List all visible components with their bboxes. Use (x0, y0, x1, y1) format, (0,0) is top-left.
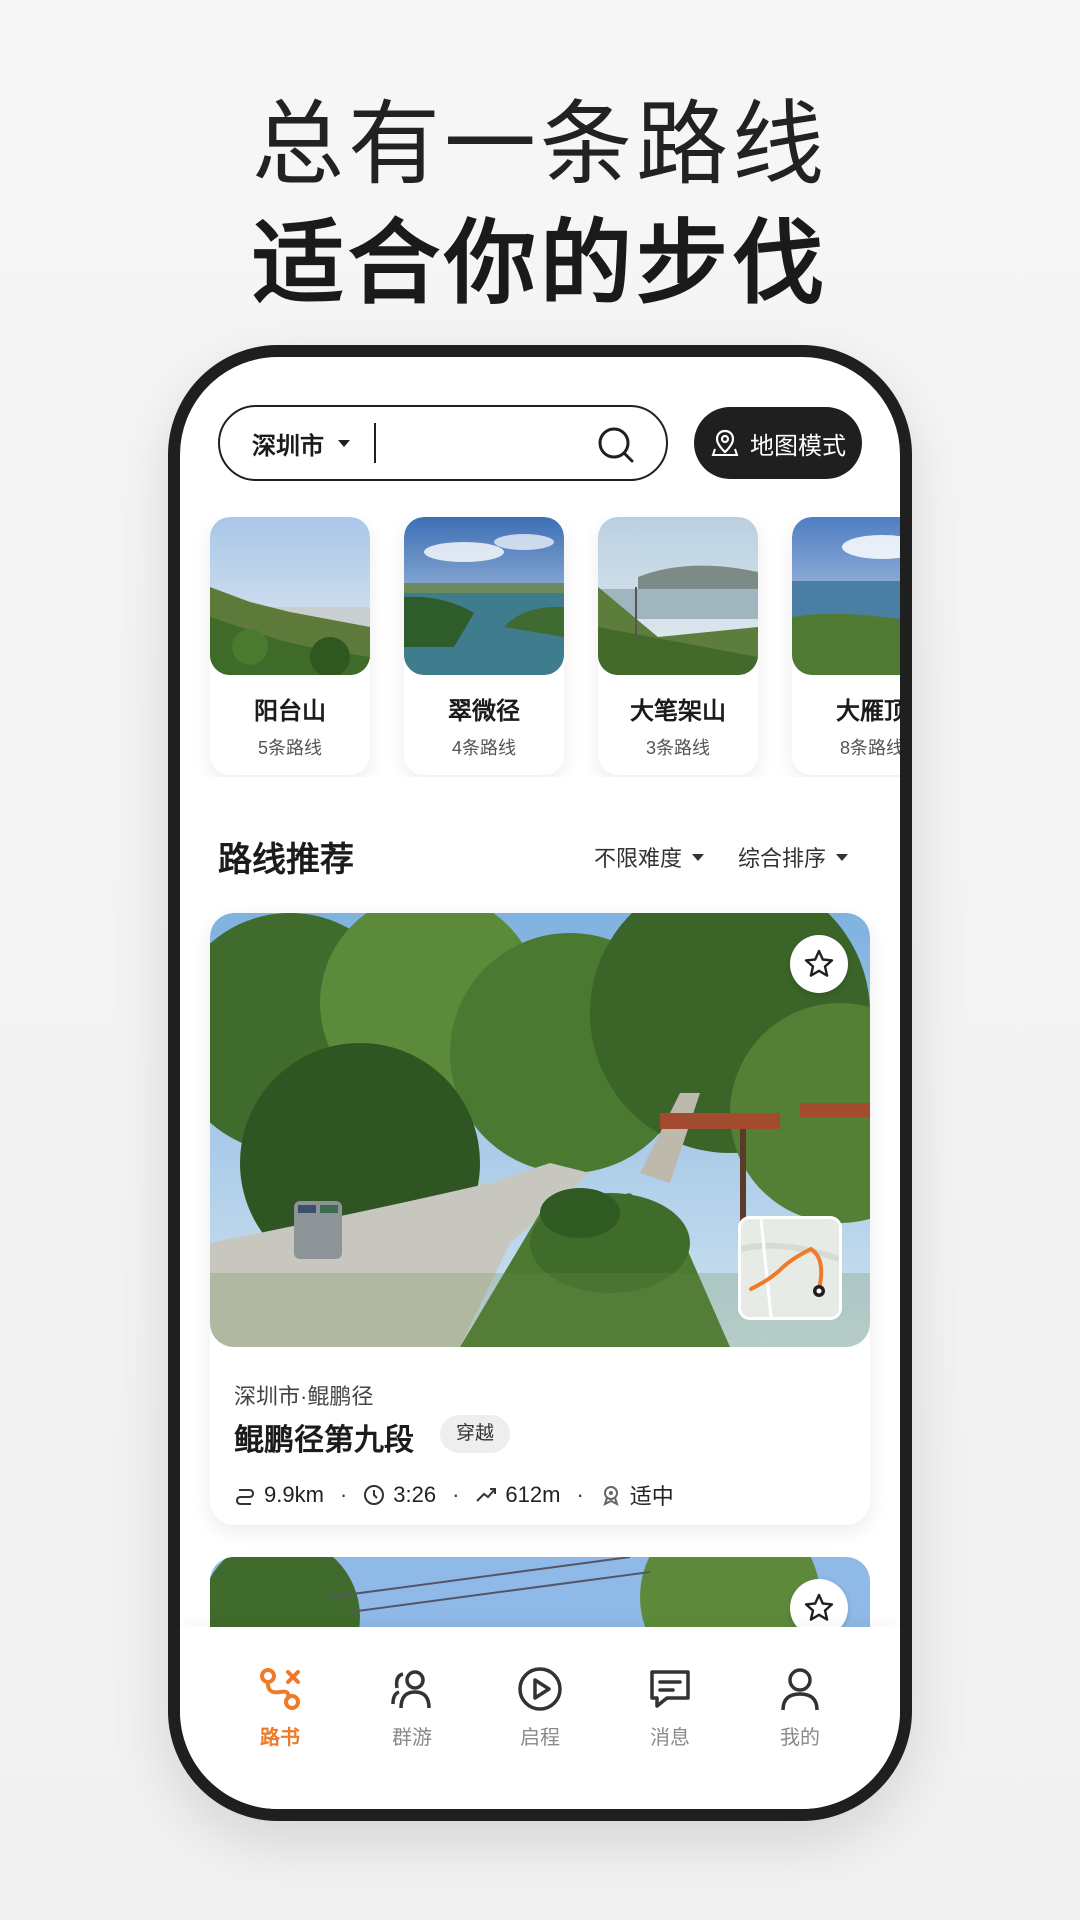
place-route-count: 8条路线 (839, 738, 900, 758)
distance-icon (235, 1489, 255, 1505)
play-icon (518, 1667, 562, 1711)
tab-label: 路书 (260, 1727, 300, 1749)
map-pin-icon (711, 429, 739, 456)
place-card[interactable]: 大雁顶 8条路线 (792, 517, 900, 775)
separator-dot: · (576, 1482, 584, 1507)
place-name: 大笔架山 (630, 698, 726, 725)
route-minimap[interactable] (738, 1216, 842, 1320)
message-icon (650, 1670, 690, 1708)
separator-dot: · (339, 1482, 348, 1507)
place-route-count: 4条路线 (451, 738, 516, 758)
map-mode-label: 地图模式 (750, 432, 846, 460)
place-carousel[interactable]: 阳台山 5条路线 翠微径 4条路线 大笔架山 3条路线 大雁 8条路线 (180, 517, 900, 777)
place-photo (404, 517, 564, 675)
tab-roadbook[interactable]: 路书 (230, 1663, 330, 1750)
group-icon (391, 1670, 431, 1709)
tab-label: 群游 (392, 1727, 432, 1749)
route-location: 深圳市·鲲鹏径 (234, 1384, 374, 1409)
tab-label: 启程 (520, 1727, 560, 1749)
difficulty-filter[interactable]: 不限难度 (594, 841, 705, 873)
route-stats: 9.9km · 3:26 · 612m · 适中 (234, 1479, 674, 1511)
city-selector[interactable]: 深圳市 (252, 426, 324, 461)
promo-headline: 总有一条路线 适合你的步伐 (0, 90, 1080, 324)
route-duration: 3:26 (393, 1482, 437, 1507)
text-cursor (374, 423, 376, 463)
tab-group-tour[interactable]: 群游 (362, 1663, 462, 1750)
tab-label: 我的 (780, 1727, 820, 1749)
place-photo (210, 517, 370, 675)
place-name: 阳台山 (254, 698, 326, 725)
favorite-button[interactable] (790, 935, 848, 993)
search-icon[interactable] (596, 425, 636, 465)
tab-messages[interactable]: 消息 (620, 1663, 720, 1750)
search-bar[interactable]: 深圳市 (218, 405, 668, 481)
place-route-count: 5条路线 (257, 738, 322, 758)
tab-label: 消息 (650, 1727, 690, 1749)
chevron-down-icon (692, 853, 705, 861)
route-card[interactable]: 深圳市·鲲鹏径 鲲鹏径第九段 穿越 9.9km · 3:26 · 612m · … (210, 913, 870, 1525)
clock-icon (364, 1485, 385, 1505)
user-icon (781, 1668, 819, 1711)
app-screen: 深圳市 地图模式 阳台山 5条路线 翠微径 4条路线 大笔架山 3条路线 大雁 … (180, 357, 900, 1809)
place-photo (598, 517, 758, 675)
route-distance: 9.9km (264, 1482, 324, 1507)
headline-line1: 总有一条路线 (251, 94, 828, 196)
section-title: 路线推荐 (218, 841, 354, 879)
map-mode-button[interactable]: 地图模式 (694, 407, 862, 479)
route-type-badge: 穿越 (440, 1415, 511, 1453)
place-card[interactable]: 阳台山 5条路线 (210, 517, 370, 775)
phone-frame: 深圳市 地图模式 阳台山 5条路线 翠微径 4条路线 大笔架山 3条路线 大雁 … (168, 345, 912, 1821)
route-elevation: 612m (505, 1482, 561, 1507)
tab-start[interactable]: 启程 (490, 1663, 590, 1750)
place-route-count: 3条路线 (645, 738, 710, 758)
headline-line2: 适合你的步伐 (251, 213, 828, 315)
tab-profile[interactable]: 我的 (750, 1663, 850, 1750)
star-icon (804, 1593, 834, 1621)
place-card[interactable]: 大笔架山 3条路线 (598, 517, 758, 775)
sort-filter-label: 综合排序 (738, 846, 827, 871)
place-card[interactable]: 翠微径 4条路线 (404, 517, 564, 775)
place-name: 大雁顶 (836, 698, 900, 725)
bottom-tab-bar: 路书 群游 启程 消息 我的 (180, 1627, 900, 1809)
sort-filter[interactable]: 综合排序 (738, 841, 849, 873)
route-book-icon (260, 1668, 300, 1710)
chevron-down-icon[interactable] (338, 439, 350, 447)
difficulty-icon (603, 1486, 619, 1506)
place-photo (792, 517, 900, 675)
star-icon (804, 949, 834, 977)
chevron-down-icon (836, 853, 849, 861)
place-name: 翠微径 (448, 698, 520, 725)
difficulty-filter-label: 不限难度 (594, 846, 683, 871)
elevation-icon (476, 1488, 497, 1502)
route-title: 鲲鹏径第九段 (234, 1424, 414, 1457)
separator-dot: · (452, 1482, 460, 1507)
route-difficulty: 适中 (629, 1484, 674, 1509)
